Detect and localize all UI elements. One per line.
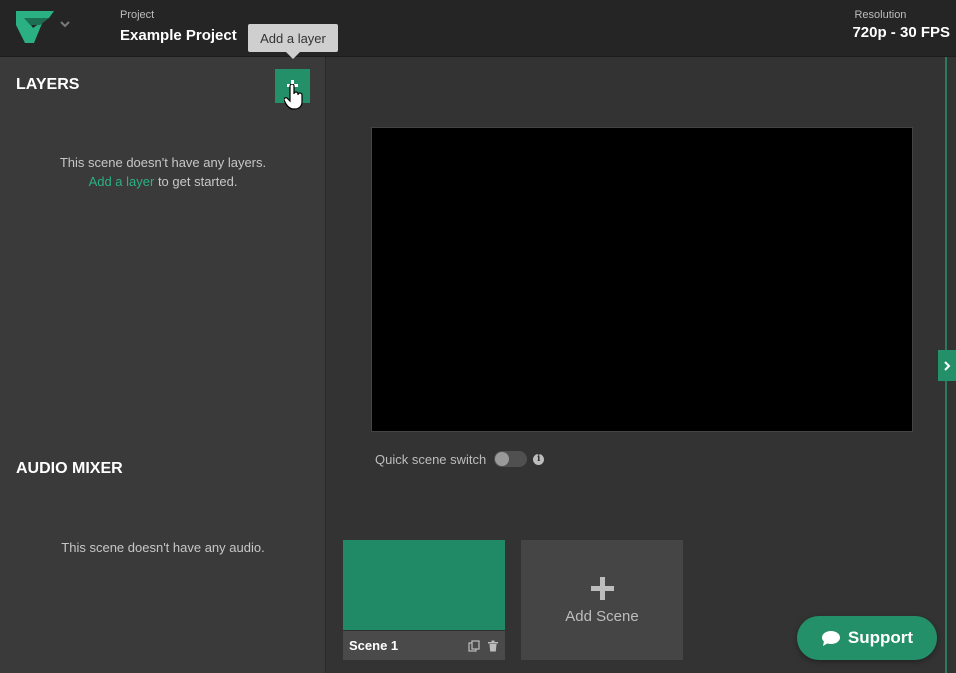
layers-empty-line2: Add a layer to get started. — [0, 172, 326, 191]
audio-mixer-title: AUDIO MIXER — [16, 460, 123, 477]
support-label: Support — [847, 628, 914, 647]
resolution-value: 720p - 30 FPS — [852, 24, 950, 41]
project-name[interactable]: Example Project — [120, 27, 237, 44]
resolution-info[interactable]: Resolution 720p - 30 FPS — [852, 9, 950, 41]
chevron-down-icon[interactable] — [58, 17, 72, 31]
trash-icon[interactable] — [487, 640, 499, 652]
quick-scene-switch: Quick scene switch i — [375, 450, 545, 468]
audio-empty-message: This scene doesn't have any audio. — [61, 540, 265, 555]
info-icon[interactable]: i — [533, 453, 545, 465]
resolution-caption: Resolution — [854, 9, 907, 21]
expand-right-panel-button[interactable] — [938, 350, 956, 381]
project-info: Project Example Project — [120, 9, 237, 44]
scene-card[interactable]: Scene 1 — [343, 540, 505, 660]
tooltip-arrow — [286, 52, 300, 59]
scene-thumbnail[interactable] — [343, 540, 505, 630]
app-logo-icon[interactable] — [16, 11, 54, 43]
scene-preview[interactable] — [371, 127, 913, 432]
hand-cursor-icon — [284, 84, 303, 110]
add-layer-tooltip: Add a layer — [248, 24, 338, 52]
top-bar: Project Example Project Resolution 720p … — [0, 0, 956, 57]
chat-bubble-icon — [821, 630, 840, 646]
chevron-right-icon — [944, 360, 951, 371]
quick-switch-toggle[interactable] — [494, 451, 528, 467]
toggle-knob — [495, 452, 510, 466]
layers-empty-line1: This scene doesn't have any layers. — [59, 155, 267, 170]
quick-switch-label: Quick scene switch — [375, 451, 487, 467]
scene-name[interactable]: Scene 1 — [349, 638, 461, 653]
add-scene-label: Add Scene — [565, 608, 639, 625]
support-button[interactable]: Support — [797, 616, 937, 660]
scene-footer: Scene 1 — [343, 630, 505, 660]
add-scene-button[interactable]: Add Scene — [521, 540, 683, 660]
layers-empty-suffix: to get started. — [154, 174, 238, 189]
layers-empty-message: This scene doesn't have any layers. Add … — [0, 153, 326, 191]
add-layer-link[interactable]: Add a layer — [89, 174, 155, 189]
left-panel: LAYERS This scene doesn't have any layer… — [0, 57, 326, 673]
layers-title: LAYERS — [16, 76, 80, 93]
duplicate-icon[interactable] — [468, 639, 480, 652]
project-caption: Project — [120, 9, 155, 21]
